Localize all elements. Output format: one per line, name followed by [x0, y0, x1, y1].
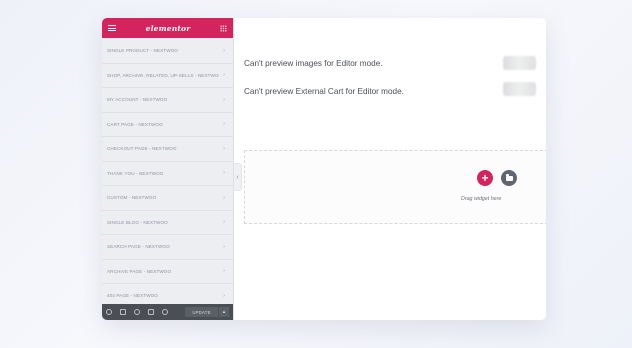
image-preview-message: Can't preview images for Editor mode. [244, 59, 383, 68]
sidebar-item-label: SINGLE BLOG - NEXTWOO [107, 219, 168, 225]
sidebar-header: elementor [102, 18, 233, 38]
update-button[interactable]: UPDATE [185, 307, 218, 317]
widget-sidebar: elementor SINGLE PRODUCT - NEXTWOO › SHO… [102, 18, 234, 320]
drag-widget-label: Drag widget here [461, 196, 502, 202]
folder-icon [505, 174, 513, 181]
add-section-button[interactable]: + [477, 170, 493, 186]
template-library-button[interactable] [501, 170, 517, 186]
sidebar-item-single-blog[interactable]: SINGLE BLOG - NEXTWOO › [102, 210, 233, 235]
editor-window: elementor SINGLE PRODUCT - NEXTWOO › SHO… [102, 18, 546, 320]
collapse-panel-toggle[interactable]: ‹ [234, 163, 242, 191]
chevron-right-icon: › [223, 268, 225, 275]
cart-preview-message: Can't preview External Cart for Editor m… [244, 87, 404, 96]
history-icon[interactable] [134, 309, 140, 315]
apps-grid-icon[interactable] [220, 24, 227, 32]
sidebar-item-label: CUSTOM - NEXTWOO [107, 195, 157, 201]
sidebar-item-my-account[interactable]: MY ACCOUNT - NEXTWOO › [102, 88, 233, 113]
chevron-right-icon: › [223, 194, 225, 201]
sidebar-item-shop-archive[interactable]: SHOP, ARCHIVE, RELATED, UP-SELLS - NEXTW… [102, 63, 233, 88]
sidebar-item-label: ARCHIVE PAGE - NEXTWOO [107, 268, 172, 274]
chevron-right-icon: › [223, 121, 225, 128]
sidebar-item-label: CART PAGE - NEXTWOO [107, 121, 163, 127]
hamburger-menu-icon[interactable] [108, 25, 116, 31]
responsive-icon[interactable] [148, 309, 154, 315]
sidebar-item-search-page[interactable]: SEARCH PAGE - NEXTWOO › [102, 235, 233, 260]
chevron-right-icon: › [223, 47, 225, 54]
sidebar-item-custom[interactable]: CUSTOM - NEXTWOO › [102, 186, 233, 211]
chevron-right-icon: › [223, 219, 225, 226]
preview-eye-icon[interactable] [162, 309, 168, 315]
blurred-cart-placeholder [503, 82, 536, 96]
settings-icon[interactable] [106, 309, 112, 315]
sidebar-item-single-product[interactable]: SINGLE PRODUCT - NEXTWOO › [102, 39, 233, 64]
sidebar-item-label: MY ACCOUNT - NEXTWOO [107, 97, 168, 103]
chevron-right-icon: › [223, 72, 225, 79]
update-options-arrow-icon[interactable]: ▴ [219, 307, 229, 317]
sidebar-item-label: 404 PAGE - NEXTWOO [107, 293, 158, 299]
sidebar-footer: UPDATE ▴ [102, 304, 233, 320]
brand-logo: elementor [145, 23, 191, 33]
sidebar-item-label: THANK YOU - NEXTWOO [107, 170, 164, 176]
sidebar-item-label: SEARCH PAGE - NEXTWOO [107, 244, 170, 250]
sidebar-item-label: SHOP, ARCHIVE, RELATED, UP-SELLS - NEXTW… [107, 72, 220, 78]
widget-drop-zone[interactable]: + Drag widget here [244, 150, 546, 224]
sidebar-item-archive-page[interactable]: ARCHIVE PAGE - NEXTWOO › [102, 259, 233, 284]
sidebar-item-thank-you[interactable]: THANK YOU - NEXTWOO › [102, 161, 233, 186]
chevron-right-icon: › [223, 292, 225, 299]
sidebar-item-cart-page[interactable]: CART PAGE - NEXTWOO › [102, 112, 233, 137]
chevron-right-icon: › [223, 145, 225, 152]
template-list: SINGLE PRODUCT - NEXTWOO › SHOP, ARCHIVE… [102, 38, 233, 304]
chevron-right-icon: › [223, 96, 225, 103]
sidebar-item-404-page[interactable]: 404 PAGE - NEXTWOO › [102, 284, 233, 304]
sidebar-item-label: CHECKOUT PAGE - NEXTWOO [107, 146, 177, 152]
chevron-right-icon: › [223, 170, 225, 177]
editor-canvas: Can't preview images for Editor mode. Ca… [234, 18, 546, 320]
sidebar-item-checkout-page[interactable]: CHECKOUT PAGE - NEXTWOO › [102, 137, 233, 162]
sidebar-item-label: SINGLE PRODUCT - NEXTWOO [107, 48, 178, 54]
chevron-right-icon: › [223, 243, 225, 250]
layers-icon[interactable] [120, 309, 126, 315]
blurred-image-placeholder [503, 56, 536, 70]
